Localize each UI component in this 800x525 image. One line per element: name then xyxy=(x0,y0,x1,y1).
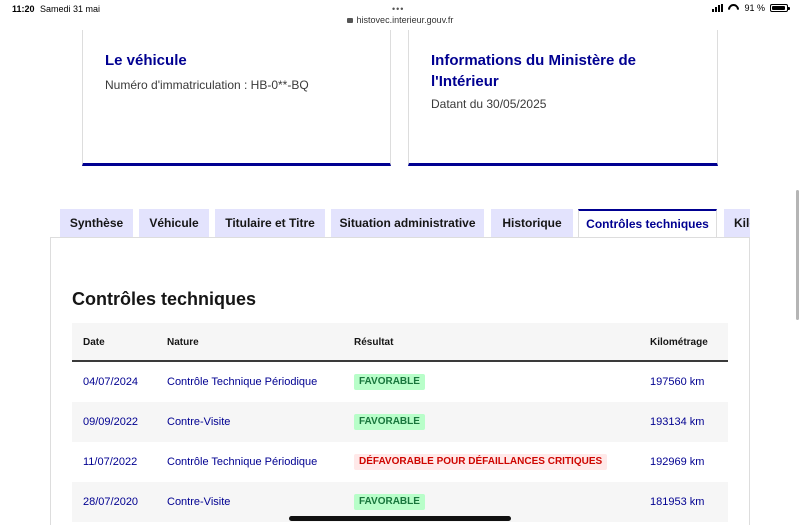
table-row: 09/09/2022 Contre-Visite Favorable 19313… xyxy=(72,402,728,442)
address-url: histovec.interieur.gouv.fr xyxy=(356,15,454,25)
status-badge: Favorable xyxy=(354,414,425,430)
row-date: 28/07/2020 xyxy=(83,496,139,508)
battery-percent: 91 % xyxy=(744,3,765,13)
status-indicators: 91 % xyxy=(712,3,790,13)
status-badge: Favorable xyxy=(354,374,425,390)
scrollbar[interactable] xyxy=(796,190,799,320)
tab-bar: Synthèse Véhicule Titulaire et Titre Sit… xyxy=(60,209,750,238)
tab-titulaire[interactable]: Titulaire et Titre xyxy=(215,209,325,238)
lock-icon xyxy=(346,18,353,23)
status-bar: 11:20 Samedi 31 mai ••• histovec.interie… xyxy=(0,0,800,30)
row-date: 09/09/2022 xyxy=(83,416,139,428)
row-km: 181953 km xyxy=(650,496,705,508)
status-time: 11:20 xyxy=(12,4,35,14)
inspections-table: Date Nature Résultat Kilométrage 04/07/2… xyxy=(72,323,728,522)
address-bar[interactable]: histovec.interieur.gouv.fr xyxy=(0,15,800,25)
more-dots-icon[interactable]: ••• xyxy=(392,4,404,14)
row-nature: Contre-Visite xyxy=(167,496,231,508)
status-badge: Défavorable pour défaillances critiques xyxy=(354,454,608,470)
header-km: Kilométrage xyxy=(650,337,708,348)
table-row: 11/07/2022 Contrôle Technique Périodique… xyxy=(72,442,728,482)
header-date: Date xyxy=(83,337,105,348)
ministry-card: Informations du Ministère de l'Intérieur… xyxy=(408,30,718,166)
registration-number: Numéro d'immatriculation : HB-0**-BQ xyxy=(105,78,309,92)
data-date: Datant du 30/05/2025 xyxy=(431,97,547,111)
row-km: 192969 km xyxy=(650,456,705,468)
status-badge: Favorable xyxy=(354,494,425,510)
row-nature: Contrôle Technique Périodique xyxy=(167,376,318,388)
signal-icon xyxy=(712,4,724,12)
row-date: 04/07/2024 xyxy=(83,376,139,388)
tab-synthese[interactable]: Synthèse xyxy=(60,209,133,238)
wifi-icon xyxy=(728,4,739,12)
status-date: Samedi 31 mai xyxy=(40,4,101,14)
row-date: 11/07/2022 xyxy=(83,456,138,468)
vehicle-card-title: Le véhicule xyxy=(105,52,187,69)
home-indicator[interactable] xyxy=(289,516,511,521)
row-nature: Contrôle Technique Périodique xyxy=(167,456,318,468)
ministry-card-title: Informations du Ministère de l'Intérieur xyxy=(431,52,637,90)
row-km: 193134 km xyxy=(650,416,705,428)
row-km: 197560 km xyxy=(650,376,705,388)
tab-situation-administrative[interactable]: Situation administrative xyxy=(331,209,484,238)
tab-controles-techniques[interactable]: Contrôles techniques xyxy=(578,209,717,238)
battery-icon xyxy=(770,4,790,12)
tab-historique[interactable]: Historique xyxy=(491,209,573,238)
table-header: Date Nature Résultat Kilométrage xyxy=(72,323,728,362)
section-title: Contrôles techniques xyxy=(72,289,257,309)
tab-kilometrage[interactable]: Kilométrage xyxy=(724,209,750,238)
header-nature: Nature xyxy=(167,337,199,348)
vehicle-card: Le véhicule Numéro d'immatriculation : H… xyxy=(82,30,391,166)
header-result: Résultat xyxy=(354,337,394,348)
table-row: 04/07/2024 Contrôle Technique Périodique… xyxy=(72,362,728,402)
tab-vehicule[interactable]: Véhicule xyxy=(139,209,209,238)
row-nature: Contre-Visite xyxy=(167,416,231,428)
